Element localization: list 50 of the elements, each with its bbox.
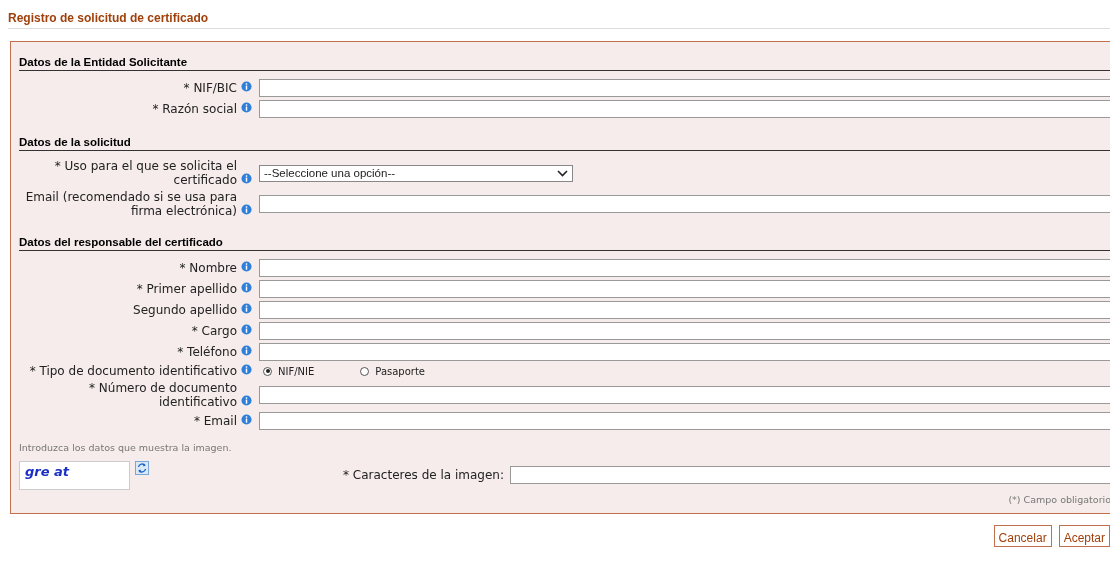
input-field[interactable] [259, 259, 1110, 277]
field-label: * Teléfono [177, 345, 237, 359]
info-icon[interactable] [241, 395, 252, 406]
field-label: * Email [193, 414, 237, 428]
radio-option[interactable]: NIF/NIE [263, 365, 315, 377]
section-heading: Datos de la solicitud [19, 136, 1110, 151]
info-icon[interactable] [241, 345, 252, 356]
section-heading: Datos del responsable del certificado [19, 236, 1110, 251]
input-field[interactable] [259, 301, 1110, 319]
info-icon[interactable] [241, 173, 252, 184]
radio-option[interactable]: Pasaporte [360, 365, 425, 377]
info-icon[interactable] [241, 324, 252, 335]
required-note: (*) Campo obligatorio [1007, 494, 1110, 505]
info-icon[interactable] [241, 364, 252, 375]
field-label: * Tipo de documento identificativo [29, 364, 237, 378]
field-label: * Razón social [152, 102, 237, 116]
dropdown[interactable]: --Seleccione una opción-- [259, 164, 573, 182]
info-icon[interactable] [241, 204, 252, 215]
input-field[interactable] [259, 322, 1110, 340]
input-field[interactable] [259, 280, 1110, 298]
field-label: * NIF/BIC [183, 81, 237, 95]
input-field[interactable] [259, 412, 1110, 430]
info-icon[interactable] [241, 261, 252, 272]
info-icon[interactable] [241, 81, 252, 92]
input-field[interactable] [259, 79, 1110, 97]
input-field[interactable] [259, 343, 1110, 361]
input-field[interactable] [259, 386, 1110, 404]
action-button[interactable]: Cancelar [993, 525, 1052, 547]
input-field[interactable] [510, 466, 1110, 484]
input-field[interactable] [259, 100, 1110, 118]
chevron-down-icon [557, 169, 568, 177]
info-icon[interactable] [241, 414, 252, 425]
info-icon[interactable] [241, 303, 252, 314]
captcha-image: gre at [19, 461, 130, 490]
info-icon[interactable] [241, 282, 252, 293]
field-label: * Primer apellido [136, 282, 237, 296]
input-field[interactable] [259, 195, 1110, 213]
field-label: * Cargo [191, 324, 237, 338]
page-title: Registro de solicitud de certificado [8, 11, 1110, 29]
refresh-icon[interactable] [135, 461, 149, 475]
info-icon[interactable] [241, 102, 252, 113]
field-label: Segundo apellido [133, 303, 237, 317]
captcha-hint: Introduzca los datos que muestra la imagen. [19, 442, 233, 453]
field-label: * Número de documento identificativo [88, 381, 237, 409]
field-label: * Caracteres de la imagen: [343, 468, 504, 482]
field-label: * Uso para el que se solicita el certificado [53, 159, 237, 187]
field-label: * Nombre [179, 261, 237, 275]
field-label: Email (recomendado si se usa para firma electrónica) [24, 190, 237, 218]
section-heading: Datos de la Entidad Solicitante [19, 56, 1110, 71]
action-button[interactable]: Aceptar [1058, 525, 1110, 547]
